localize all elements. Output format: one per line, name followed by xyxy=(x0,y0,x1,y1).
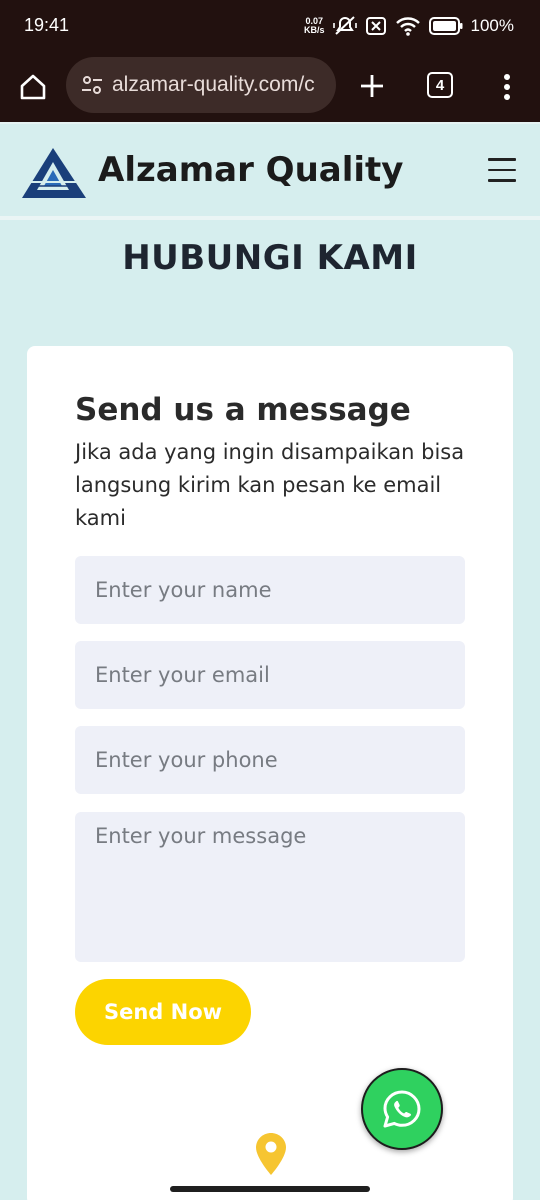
header-divider xyxy=(0,216,540,220)
message-input[interactable] xyxy=(75,812,465,962)
home-icon xyxy=(20,74,46,100)
status-bar: 19:41 0.07 KB/s 100% xyxy=(0,0,540,52)
send-now-button[interactable]: Send Now xyxy=(75,979,251,1045)
contact-form-card: Send us a message Jika ada yang ingin di… xyxy=(27,346,513,1200)
battery-icon xyxy=(428,17,463,35)
name-input[interactable] xyxy=(75,556,465,624)
site-header: Alzamar Quality xyxy=(0,122,540,218)
location-pin-icon xyxy=(256,1133,286,1175)
overflow-menu-icon[interactable] xyxy=(494,68,520,106)
whatsapp-icon xyxy=(383,1090,421,1128)
battery-percent: 100% xyxy=(470,16,514,35)
network-speed: 0.07 KB/s xyxy=(304,16,325,35)
phone-input[interactable] xyxy=(75,726,465,794)
page-title: HUBUNGI KAMI xyxy=(122,238,418,278)
site-settings-icon[interactable] xyxy=(80,73,104,97)
new-tab-button[interactable] xyxy=(352,66,392,106)
whatsapp-button[interactable] xyxy=(361,1068,443,1150)
form-description: Jika ada yang ingin disampaikan bisa lan… xyxy=(75,440,465,530)
brand-name[interactable]: Alzamar Quality xyxy=(98,150,403,190)
address-bar[interactable]: alzamar-quality.com/c xyxy=(66,57,336,113)
browser-toolbar: alzamar-quality.com/c 4 xyxy=(0,52,540,122)
brand-logo[interactable] xyxy=(20,146,86,200)
no-sim-icon xyxy=(365,17,386,35)
status-icons: 0.07 KB/s 100% xyxy=(304,12,514,40)
home-button[interactable] xyxy=(14,68,52,106)
hamburger-menu-icon[interactable] xyxy=(488,158,516,182)
plus-icon xyxy=(361,75,383,97)
mute-vibrate-icon xyxy=(332,16,357,35)
gesture-nav-handle[interactable] xyxy=(170,1186,370,1192)
form-title: Send us a message xyxy=(75,392,411,428)
email-input[interactable] xyxy=(75,641,465,709)
wifi-icon xyxy=(395,17,420,36)
tab-switcher-icon[interactable]: 4 xyxy=(427,72,453,98)
url-text: alzamar-quality.com/c xyxy=(112,73,315,96)
status-time: 19:41 xyxy=(24,15,70,35)
